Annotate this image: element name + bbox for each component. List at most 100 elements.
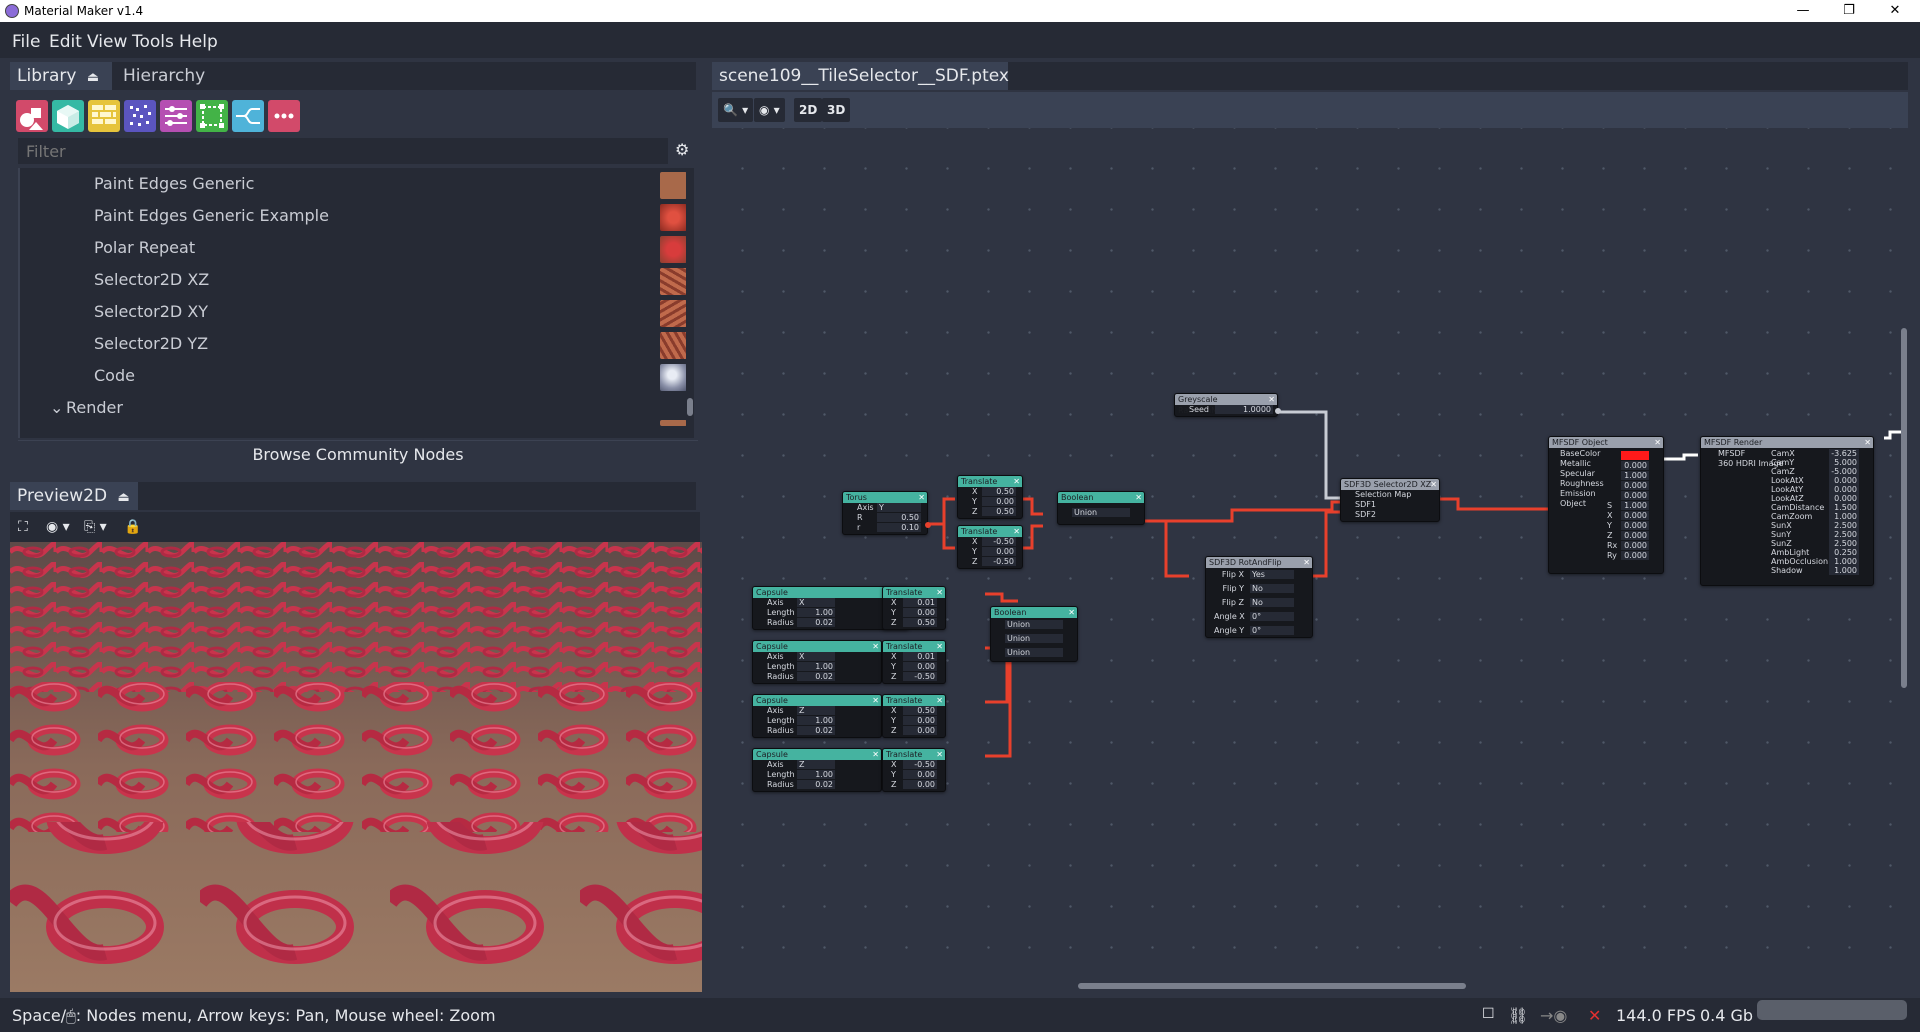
node-mfsdf-render[interactable]: MFSDF Render ✕ MFSDF 360 HDRI Image CamX -… [1700,436,1874,586]
x-field[interactable]: -0.50 [903,760,937,769]
view-mode-dropdown[interactable]: ◉ ▾ [46,516,70,538]
radius-field[interactable]: 0.02 [797,780,835,789]
preview-render[interactable] [10,542,702,992]
zoom-dropdown[interactable]: 🔍 ▾ [718,98,754,122]
camz-field[interactable]: -5.000 [1829,467,1859,476]
metallic-field[interactable]: 0.000 [1621,461,1649,470]
x-field[interactable]: 0.50 [982,487,1016,496]
close-icon[interactable]: ✕ [918,492,925,503]
cube-category-icon[interactable] [52,100,84,132]
lookatz-field[interactable]: 0.000 [1829,494,1859,503]
node-translate[interactable]: Translate ✕ X 0.01 Y 0.00 Z -0.50 [882,640,946,684]
view-2d-button[interactable]: 2D [794,98,823,122]
node-torus[interactable]: Torus ✕ Axis Y R 0.50 r 0.10 [842,491,931,535]
node-translate[interactable]: Translate ✕ X -0.50 Y 0.00 Z 0.00 [882,748,946,792]
node-capsule[interactable]: Capsule ✕ Axis X Length1.00 Radius0.02 [752,640,882,684]
close-icon[interactable]: ✕ [1864,437,1871,448]
flip-z-dropdown[interactable]: No [1250,598,1294,607]
angle-x-dropdown[interactable]: 0° [1250,612,1294,621]
close-icon[interactable]: ✕ [936,641,943,652]
close-icon[interactable]: ✕ [872,641,879,652]
tab-hierarchy[interactable]: Hierarchy [116,62,226,90]
node-capsule[interactable]: Capsule ✕ Axis Z Length 1.00 Radius 0.02 [752,694,882,738]
x-field[interactable]: 0.000 [1621,511,1649,520]
list-item[interactable]: Selector2D XY [20,296,687,328]
y-field[interactable]: 0.00 [903,608,937,617]
eject-icon[interactable]: ⏏ [87,70,99,85]
list-item[interactable]: ⌄ Render [20,392,687,426]
view-dropdown[interactable]: ◉ ▾ [754,98,785,122]
node-capsule[interactable]: Capsule ✕ Axis Z Length 1.00 Radius 0.02 [752,748,882,792]
close-icon[interactable]: ✕ [1013,526,1020,537]
z-field[interactable]: 0.50 [903,618,937,627]
length-field[interactable]: 1.00 [797,716,835,725]
menu-file[interactable]: File [12,32,40,52]
operation-dropdown[interactable]: Union [1005,634,1063,643]
s-field[interactable]: 1.000 [1621,501,1649,510]
reset-view-icon[interactable]: ⛶ [18,516,28,538]
r2-field[interactable]: 0.10 [877,523,921,532]
output-port[interactable] [925,522,931,528]
basecolor-swatch[interactable] [1621,451,1649,460]
menu-tools[interactable]: Tools [132,32,174,52]
list-item[interactable]: Selector2D YZ [20,328,687,360]
roughness-field[interactable]: 0.000 [1621,481,1649,490]
camzoom-field[interactable]: 1.000 [1829,512,1859,521]
eject-icon[interactable]: ⏏ [118,490,130,505]
camdistance-field[interactable]: 1.500 [1829,503,1859,512]
flip-y-dropdown[interactable]: No [1250,584,1294,593]
node-greyscale-randomnoise[interactable]: Greyscale RandomNoise2D ✕ Seed 1.0000 [1174,393,1281,417]
amblight-field[interactable]: 0.250 [1829,548,1859,557]
seed-field[interactable]: 1.0000 [1215,405,1273,414]
tab-preview2d[interactable]: Preview2D ⏏ ✕ [10,482,138,536]
close-icon[interactable]: ✕ [1654,437,1661,448]
z-field[interactable]: 0.50 [982,507,1016,516]
view-3d-button[interactable]: 3D [822,98,851,122]
close-window-button[interactable]: ✕ [1872,0,1918,22]
transform-category-icon[interactable] [196,100,228,132]
node-sdf3d-rotandflip[interactable]: SDF3D RotAndFlip ✕ Flip X Yes Flip Y No Fli… [1205,556,1313,638]
node-translate[interactable]: Translate ✕ X 0.50 Y 0.00 Z 0.50 [957,475,1023,519]
axis-dropdown[interactable]: Z [797,760,835,769]
node-translate[interactable]: Translate ✕ X -0.50 Y 0.00 Z -0.50 [957,525,1023,569]
y-field[interactable]: 0.00 [903,662,937,671]
node-mfsdf-object[interactable]: MFSDF Object ✕ BaseColor Metallic Specula… [1548,436,1664,574]
browse-community-button[interactable]: Browse Community Nodes [18,440,698,468]
shapes-category-icon[interactable] [16,100,48,132]
x-field[interactable]: 0.01 [903,652,937,661]
z-field[interactable]: -0.50 [982,557,1016,566]
z-field[interactable]: 0.000 [1621,531,1649,540]
lookatx-field[interactable]: 0.000 [1829,476,1859,485]
error-icon[interactable]: ✕ [1588,1006,1601,1025]
output-port[interactable] [1275,408,1281,414]
node-boolean[interactable]: Boolean ✕ Union [1057,491,1145,525]
filter-input[interactable] [18,138,668,164]
close-icon[interactable]: ✕ [1268,394,1275,405]
bricks-category-icon[interactable] [88,100,120,132]
close-icon[interactable]: ✕ [1068,607,1075,618]
camx-field[interactable]: -3.625 [1829,449,1859,458]
lookaty-field[interactable]: 0.000 [1829,485,1859,494]
radius-field[interactable]: 0.02 [797,726,835,735]
axis-dropdown[interactable]: Y [877,503,921,512]
axis-dropdown[interactable]: X [797,598,835,607]
menu-edit[interactable]: Edit [49,32,82,52]
y-field[interactable]: 0.00 [903,770,937,779]
tab-graph[interactable]: scene109__TileSelector__SDF.ptex * ✕ [712,62,1009,114]
menu-view[interactable]: View [87,32,127,52]
x-field[interactable]: -0.50 [982,537,1016,546]
list-item[interactable]: Paint Edges Generic [20,168,687,200]
flip-x-dropdown[interactable]: Yes [1250,570,1294,579]
noise-category-icon[interactable] [124,100,156,132]
node-boolean[interactable]: Boolean ✕ Union Union Union [990,606,1078,662]
minimize-button[interactable]: — [1780,0,1826,22]
length-field[interactable]: 1.00 [797,662,835,671]
graph-vertical-scrollbar[interactable] [1900,128,1908,986]
maximize-button[interactable]: ❐ [1826,0,1872,22]
expand-icon[interactable]: ⌄ [50,398,63,417]
sunx-field[interactable]: 2.500 [1829,521,1859,530]
operation-dropdown[interactable]: Union [1005,648,1063,657]
x-field[interactable]: 0.50 [903,706,937,715]
camy-field[interactable]: 5.000 [1829,458,1859,467]
angle-y-dropdown[interactable]: 0° [1250,626,1294,635]
